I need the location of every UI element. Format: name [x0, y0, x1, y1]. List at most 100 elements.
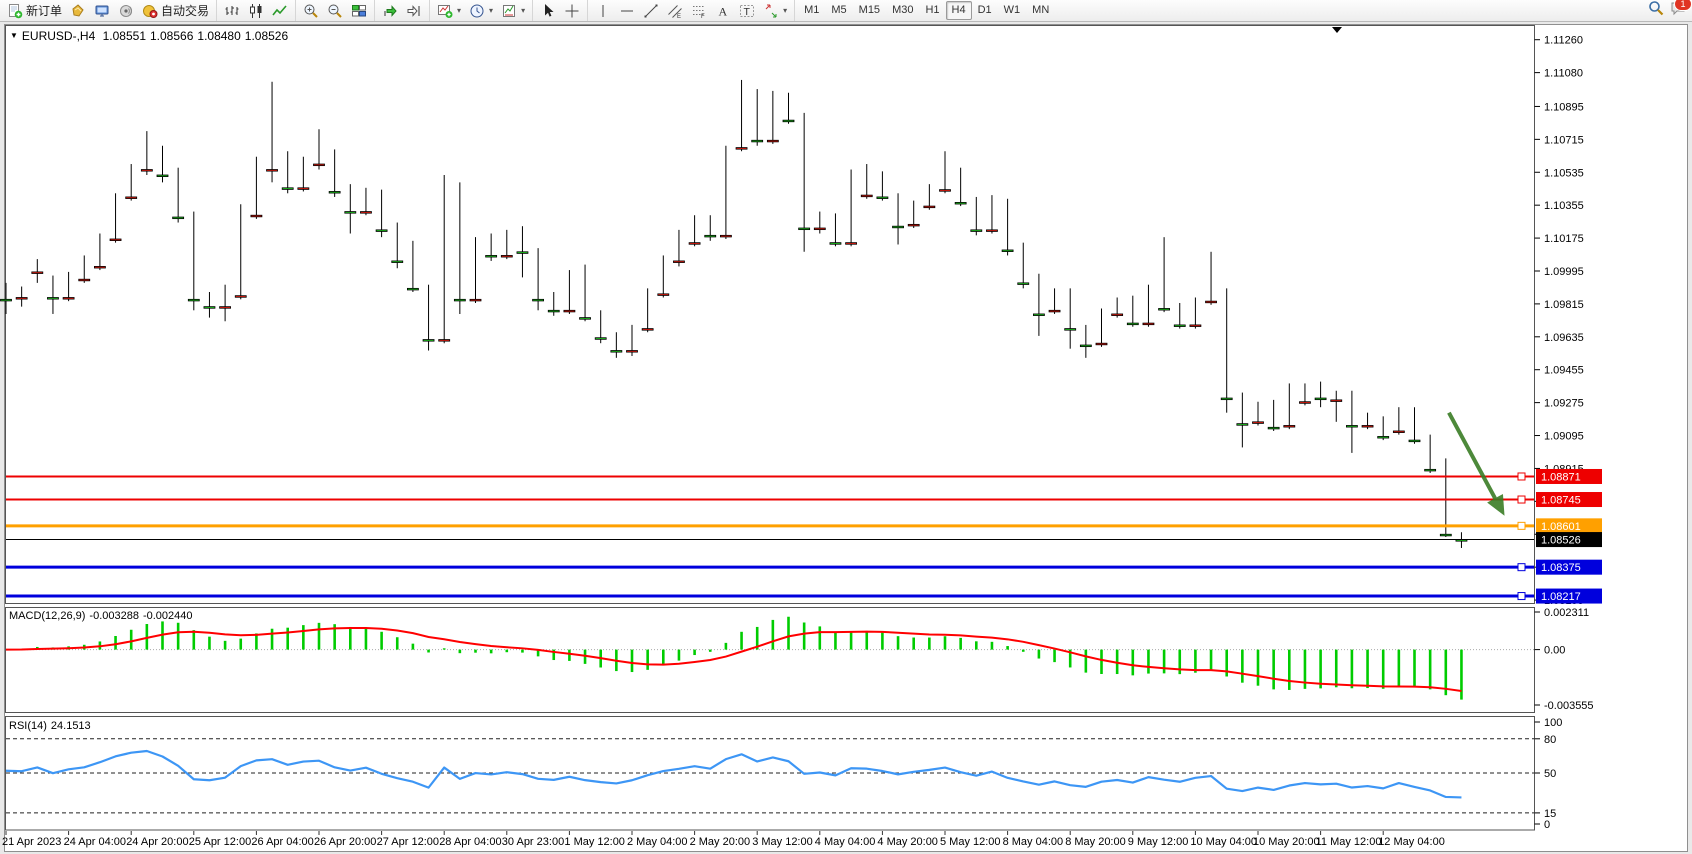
toolbar-group-chart-types: [216, 0, 295, 21]
timeframe-h1-button[interactable]: H1: [919, 1, 945, 20]
toolbar-line-chart-button[interactable]: [268, 0, 292, 21]
timeframe-mn-button[interactable]: MN: [1026, 1, 1055, 20]
toolbar-periods-button[interactable]: ▾: [465, 0, 497, 21]
toolbar-group-navigate: [374, 0, 429, 21]
symbol-collapse-icon[interactable]: ▼: [10, 31, 18, 40]
rsi-indicator-label: RSI(14)24.1513: [9, 720, 95, 732]
chart-window[interactable]: 1.112601.110801.108951.107151.105351.103…: [0, 0, 1692, 854]
chevron-down-icon[interactable]: ▾: [457, 6, 461, 15]
svg-text:24 Apr 04:00: 24 Apr 04:00: [64, 836, 126, 848]
svg-text:9 May 12:00: 9 May 12:00: [1128, 836, 1189, 848]
chart-shift-icon: [406, 3, 422, 19]
toolbar-horizontal-line-button[interactable]: [615, 0, 639, 21]
ohlc-close: 1.08526: [245, 29, 288, 43]
svg-text:A: A: [719, 4, 728, 18]
chevron-down-icon[interactable]: ▾: [521, 6, 525, 15]
cursor-icon: [540, 3, 556, 19]
svg-text:1.11260: 1.11260: [1544, 35, 1583, 47]
zoom-out-icon: [327, 3, 343, 19]
trendline-icon: [643, 3, 659, 19]
toolbar-tile-windows-button[interactable]: [347, 0, 371, 21]
macd-indicator-label: MACD(12,26,9)-0.003288-0.002440: [9, 610, 197, 622]
toolbar-bar-chart-button[interactable]: [220, 0, 244, 21]
toolbar-indicators-button[interactable]: ▾: [433, 0, 465, 21]
pane-borders: [6, 26, 1535, 831]
toolbar-zoom-out-button[interactable]: [323, 0, 347, 21]
symbol-period-label: EURUSD-,H4: [22, 29, 95, 43]
autotrade-icon: [142, 3, 158, 19]
timeframe-d1-button[interactable]: D1: [972, 1, 998, 20]
timeframe-m5-button[interactable]: M5: [825, 1, 852, 20]
toolbar-autotrade-label: 自动交易: [161, 2, 209, 19]
svg-text:80: 80: [1544, 734, 1556, 746]
svg-text:4 May 20:00: 4 May 20:00: [877, 836, 938, 848]
line-chart-icon: [272, 3, 288, 19]
toolbar-trendline-button[interactable]: [639, 0, 663, 21]
toolbar-chart-shift-button[interactable]: [402, 0, 426, 21]
text-icon: A: [715, 3, 731, 19]
toolbar-zoom-in-button[interactable]: [299, 0, 323, 21]
toolbar-group-zoom: [295, 0, 374, 21]
toolbar-candle-chart-button[interactable]: [244, 0, 268, 21]
svg-text:25 Apr 12:00: 25 Apr 12:00: [189, 836, 251, 848]
arrows-icon: [763, 3, 779, 19]
svg-text:12 May 04:00: 12 May 04:00: [1378, 836, 1445, 848]
timeframe-w1-button[interactable]: W1: [998, 1, 1027, 20]
timeframe-h4-button[interactable]: H4: [946, 1, 972, 20]
toolbar-gold-seal-button[interactable]: [66, 0, 90, 21]
toolbar-signal-button[interactable]: [114, 0, 138, 21]
toolbar-text-label-button[interactable]: T: [735, 0, 759, 21]
svg-text:1.09095: 1.09095: [1544, 431, 1584, 443]
toolbar-arrows-button[interactable]: ▾: [759, 0, 791, 21]
svg-text:1.08601: 1.08601: [1541, 521, 1581, 533]
svg-text:21 Apr 2023: 21 Apr 2023: [2, 836, 61, 848]
svg-text:10 May 04:00: 10 May 04:00: [1190, 836, 1257, 848]
fibonacci-icon: F: [691, 3, 707, 19]
toolbar-text-button[interactable]: A: [711, 0, 735, 21]
svg-text:1 May 12:00: 1 May 12:00: [564, 836, 625, 848]
svg-text:1.09995: 1.09995: [1544, 266, 1584, 278]
toolbar-trade-assistant-button[interactable]: [90, 0, 114, 21]
signal-icon: [118, 3, 134, 19]
svg-text:1.09455: 1.09455: [1544, 365, 1584, 377]
timeframe-m15-button[interactable]: M15: [853, 1, 886, 20]
chevron-down-icon[interactable]: ▾: [489, 6, 493, 15]
toolbar-crosshair-button[interactable]: [560, 0, 584, 21]
toolbar-vertical-line-button[interactable]: [591, 0, 615, 21]
timeframe-group: M1M5M15M30H1H4D1W1MN: [794, 0, 1058, 21]
svg-text:E: E: [677, 14, 681, 19]
indicators-icon: [437, 3, 453, 19]
toolbar-new-order-label: 新订单: [26, 2, 62, 19]
svg-text:26 Apr 04:00: 26 Apr 04:00: [251, 836, 313, 848]
svg-text:5 May 12:00: 5 May 12:00: [940, 836, 1001, 848]
svg-text:F: F: [701, 14, 705, 19]
svg-text:1.11080: 1.11080: [1544, 68, 1583, 80]
toolbar-chat-button[interactable]: 1: [1670, 0, 1686, 21]
toolbar-cursor-button[interactable]: [536, 0, 560, 21]
toolbar-fibonacci-button[interactable]: F: [687, 0, 711, 21]
toolbar-equidistant-channel-button[interactable]: E: [663, 0, 687, 21]
chevron-down-icon[interactable]: ▾: [783, 6, 787, 15]
svg-text:0.00: 0.00: [1544, 645, 1565, 657]
svg-text:1.09275: 1.09275: [1544, 398, 1584, 410]
svg-text:1.08526: 1.08526: [1541, 535, 1581, 547]
toolbar-templates-button[interactable]: ▾: [497, 0, 529, 21]
svg-text:-0.003555: -0.003555: [1544, 700, 1594, 712]
periods-icon: [469, 3, 485, 19]
trade-assistant-icon: [94, 3, 110, 19]
text-label-icon: T: [739, 3, 755, 19]
chart-canvas[interactable]: 1.112601.110801.108951.107151.105351.103…: [0, 0, 1692, 854]
timeframe-m1-button[interactable]: M1: [798, 1, 825, 20]
svg-text:30 Apr 23:00: 30 Apr 23:00: [502, 836, 564, 848]
toolbar-auto-scroll-button[interactable]: [378, 0, 402, 21]
toolbar-autotrade-button[interactable]: 自动交易: [138, 0, 213, 21]
toolbar-new-order-button[interactable]: 新订单: [3, 0, 66, 21]
ohlc-high: 1.08566: [150, 29, 193, 43]
timeframe-m30-button[interactable]: M30: [886, 1, 919, 20]
svg-text:11 May 12:00: 11 May 12:00: [1316, 836, 1382, 848]
toolbar-group-orders: 新订单 自动交易: [0, 0, 216, 21]
svg-text:24 Apr 20:00: 24 Apr 20:00: [126, 836, 188, 848]
ohlc-open: 1.08551: [103, 29, 146, 43]
toolbar-search-button[interactable]: [1648, 0, 1664, 21]
svg-text:1.10175: 1.10175: [1544, 233, 1584, 245]
